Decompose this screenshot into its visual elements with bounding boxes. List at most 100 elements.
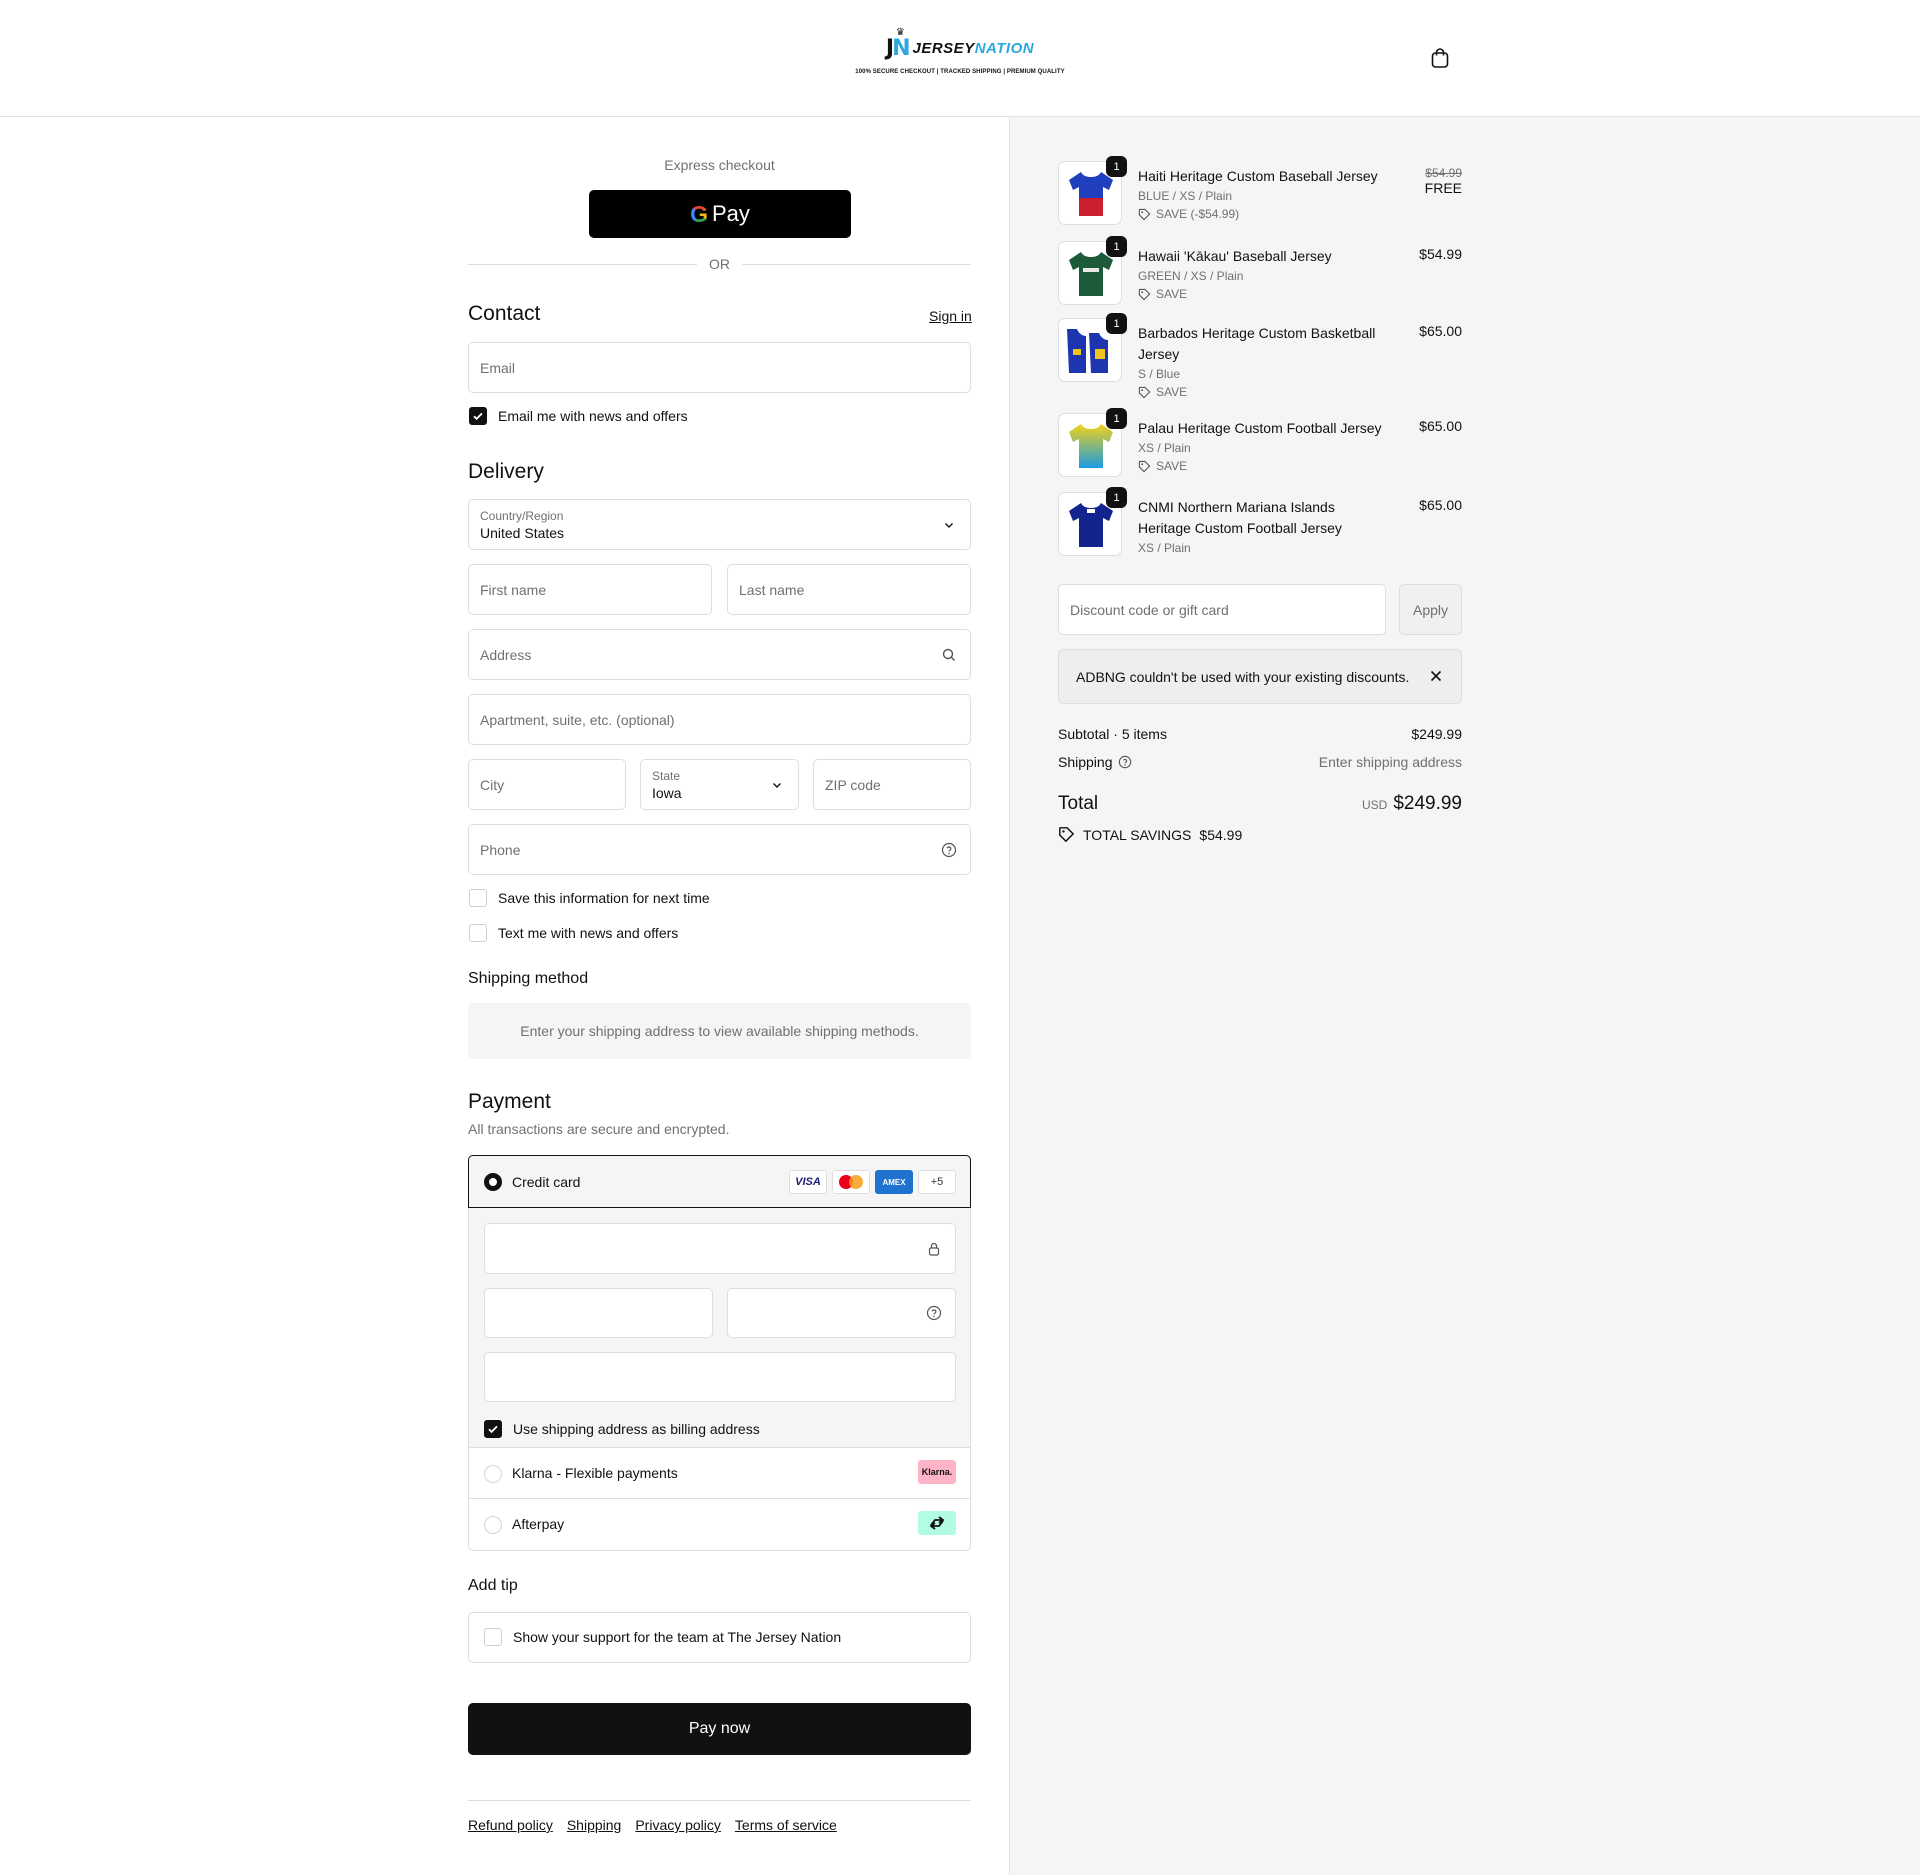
klarna-radio[interactable] <box>484 1465 502 1483</box>
credit-card-option[interactable]: Credit card VISA AMEX +5 <box>468 1155 971 1208</box>
shipping-row: Shipping Enter shipping address <box>1058 754 1462 770</box>
more-cards-badge: +5 <box>918 1170 956 1194</box>
shipping-value: Enter shipping address <box>1318 754 1462 770</box>
help-circle-icon[interactable] <box>1118 755 1132 769</box>
help-circle-icon[interactable] <box>941 842 957 858</box>
item-variant: XS / Plain <box>1138 441 1191 455</box>
cart-button[interactable] <box>1428 46 1452 70</box>
tag-icon <box>1138 288 1151 300</box>
pay-now-button[interactable]: Pay now <box>468 1703 971 1755</box>
credit-card-radio[interactable] <box>484 1173 502 1191</box>
item-name: Haiti Heritage Custom Baseball Jersey <box>1138 168 1378 184</box>
total-label: Total <box>1058 793 1099 814</box>
line-item: 1 CNMI Northern Mariana Islands Heritage… <box>1058 487 1462 562</box>
state-select[interactable]: State Iowa <box>640 759 799 810</box>
payment-options: Credit card VISA AMEX +5 Use shipping ad… <box>468 1155 971 1551</box>
google-g-icon: G <box>690 200 708 227</box>
payment-title: Payment <box>468 1090 551 1113</box>
item-savings: SAVE <box>1138 385 1187 399</box>
product-thumbnail: 1 <box>1058 408 1127 477</box>
phone-field[interactable]: Phone <box>468 824 971 875</box>
tip-option[interactable]: Show your support for the team at The Je… <box>468 1612 971 1663</box>
card-number-field[interactable] <box>484 1223 956 1274</box>
total-savings: TOTAL SAVINGS $54.99 <box>1058 826 1242 843</box>
help-circle-icon[interactable] <box>926 1305 942 1321</box>
product-thumbnail: 1 <box>1058 236 1127 305</box>
text-offers-checkbox[interactable]: Text me with news and offers <box>469 924 678 942</box>
save-info-checkbox[interactable]: Save this information for next time <box>469 889 710 907</box>
credit-card-fields: Use shipping address as billing address <box>469 1208 970 1448</box>
item-name: Hawaii 'Kākau' Baseball Jersey <box>1138 248 1332 264</box>
sign-in-link[interactable]: Sign in <box>929 308 972 324</box>
refund-policy-link[interactable]: Refund policy <box>468 1817 553 1833</box>
discount-error-notice: ADBNG couldn't be used with your existin… <box>1058 649 1462 704</box>
quantity-badge: 1 <box>1106 408 1127 429</box>
currency-code: USD <box>1361 798 1388 812</box>
country-select[interactable]: Country/Region United States <box>468 499 971 550</box>
crown-icon: ♛ <box>895 26 905 38</box>
security-code-field[interactable] <box>727 1288 956 1338</box>
chevron-down-icon <box>945 522 953 528</box>
chevron-down-icon <box>773 782 781 788</box>
item-variant: XS / Plain <box>1138 541 1191 555</box>
afterpay-option[interactable]: Afterpay <box>469 1499 970 1550</box>
email-offers-checkbox[interactable]: Email me with news and offers <box>469 407 688 425</box>
last-name-field[interactable]: Last name <box>727 564 971 615</box>
footer-links: Refund policy Shipping Privacy policy Te… <box>468 1817 837 1833</box>
total-row: Total USD $249.99 <box>1058 793 1462 815</box>
apartment-field[interactable]: Apartment, suite, etc. (optional) <box>468 694 971 745</box>
item-price: $65.00 <box>1419 497 1462 513</box>
item-savings: SAVE <box>1138 287 1187 301</box>
google-pay-button[interactable]: G Pay <box>589 190 851 238</box>
address-field[interactable]: Address <box>468 629 971 680</box>
product-thumbnail: 1 <box>1058 313 1127 382</box>
billing-same-checkbox[interactable]: Use shipping address as billing address <box>484 1420 760 1438</box>
order-summary: 1 Haiti Heritage Custom Baseball Jersey … <box>1009 117 1920 1875</box>
brand-logo[interactable]: ♛ JN JERSEYNATION 100% SECURE CHECKOUT |… <box>852 27 1068 76</box>
shipping-method-message: Enter your shipping address to view avai… <box>468 1003 971 1059</box>
checkmark-icon <box>469 407 487 425</box>
logo-wordmark: JERSEYNATION <box>912 39 1035 57</box>
item-name: CNMI Northern Mariana Islands Heritage C… <box>1138 499 1342 536</box>
delivery-title: Delivery <box>468 460 544 483</box>
line-item: 1 Palau Heritage Custom Football Jersey … <box>1058 408 1462 483</box>
logo-tagline: 100% SECURE CHECKOUT | TRACKED SHIPPING … <box>855 69 1065 75</box>
lock-icon <box>928 1242 940 1256</box>
shipping-method-title: Shipping method <box>468 970 589 987</box>
checkmark-icon <box>484 1420 502 1438</box>
klarna-option[interactable]: Klarna - Flexible payments Klarna. <box>469 1448 970 1499</box>
email-field[interactable]: Email <box>468 342 971 393</box>
close-icon[interactable] <box>1428 668 1444 684</box>
apply-discount-button[interactable]: Apply <box>1399 584 1462 635</box>
add-tip-title: Add tip <box>468 1577 518 1594</box>
expiration-field[interactable] <box>484 1288 713 1338</box>
item-savings: SAVE <box>1138 459 1187 473</box>
terms-of-service-link[interactable]: Terms of service <box>735 1817 837 1833</box>
quantity-badge: 1 <box>1106 487 1127 508</box>
afterpay-logo-icon <box>918 1511 956 1535</box>
payment-subtitle: All transactions are secure and encrypte… <box>468 1121 730 1137</box>
tip-checkbox[interactable]: Show your support for the team at The Je… <box>484 1628 841 1646</box>
first-name-field[interactable]: First name <box>468 564 712 615</box>
item-name: Barbados Heritage Custom Basketball Jers… <box>1138 325 1376 362</box>
subtotal-value: $249.99 <box>1411 726 1462 742</box>
search-icon <box>942 648 955 661</box>
discount-code-field[interactable]: Discount code or gift card <box>1058 584 1386 635</box>
tag-icon <box>1138 460 1151 472</box>
card-brands: VISA AMEX +5 <box>789 1170 956 1194</box>
name-on-card-field[interactable] <box>484 1352 956 1402</box>
product-thumbnail: 1 <box>1058 156 1127 225</box>
shipping-policy-link[interactable]: Shipping <box>567 1817 622 1833</box>
city-field[interactable]: City <box>468 759 626 810</box>
item-variant: BLUE / XS / Plain <box>1138 189 1233 203</box>
shipping-label: Shipping <box>1058 754 1113 770</box>
item-price: $54.99 <box>1419 246 1462 262</box>
total-value: $249.99 <box>1393 793 1462 814</box>
shopping-bag-icon <box>1431 48 1449 68</box>
line-item: 1 Haiti Heritage Custom Baseball Jersey … <box>1058 156 1462 231</box>
afterpay-radio[interactable] <box>484 1516 502 1534</box>
line-item: 1 Barbados Heritage Custom Basketball Je… <box>1058 313 1462 408</box>
privacy-policy-link[interactable]: Privacy policy <box>635 1817 721 1833</box>
zip-field[interactable]: ZIP code <box>813 759 971 810</box>
line-item: 1 Hawaii 'Kākau' Baseball Jersey GREEN /… <box>1058 236 1462 311</box>
